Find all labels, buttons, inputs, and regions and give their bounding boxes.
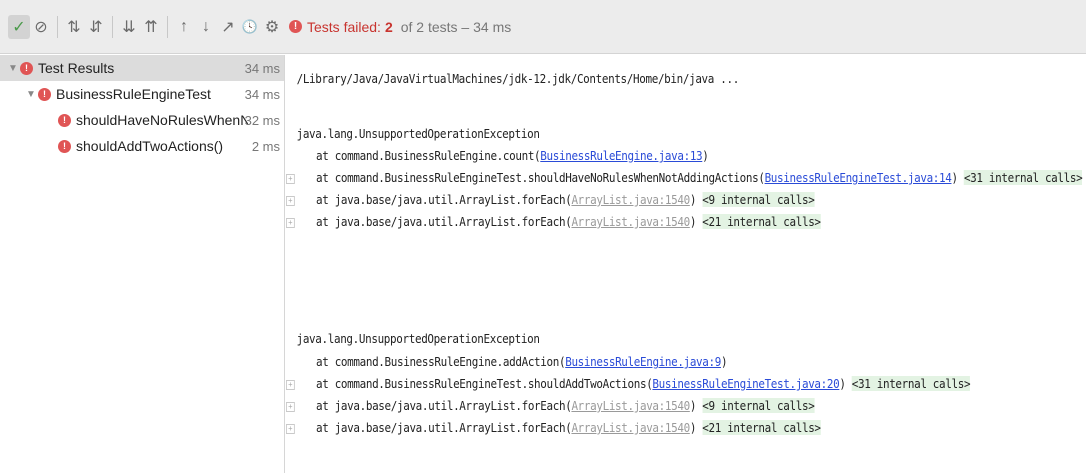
settings-icon[interactable]: ⚙ (261, 15, 283, 39)
stop-circle-icon[interactable]: ⊘ (30, 15, 52, 39)
test-results-tree: ▼ ! Test Results 34 ms ▼ ! BusinessRuleE… (0, 55, 285, 473)
check-icon[interactable]: ✓ (8, 14, 30, 39)
test-status: ! Tests failed: 2 of 2 tests – 34 ms (289, 19, 511, 35)
tree-test-row[interactable]: ! shouldHaveNoRulesWhenNotAc 32 ms (0, 107, 284, 133)
console-output[interactable]: /Library/Java/JavaVirtualMachines/jdk-12… (286, 55, 1083, 473)
tree-test-label: shouldHaveNoRulesWhenNotAc (76, 112, 248, 128)
source-link[interactable]: ArrayList.java:1540 (571, 420, 690, 435)
stack-frame: at java.base/java.util.ArrayList.forEach… (316, 192, 815, 207)
tree-test-time: 32 ms (244, 112, 280, 128)
export-icon[interactable]: ↗ (217, 15, 239, 39)
stack-frame: at java.base/java.util.ArrayList.forEach… (316, 398, 815, 413)
stack-frame: at java.base/java.util.ArrayList.forEach… (316, 420, 821, 435)
fail-icon: ! (289, 20, 302, 33)
tree-suite-time: 34 ms (244, 86, 280, 102)
source-link[interactable]: BusinessRuleEngineTest.java:20 (652, 376, 839, 391)
status-failed-label: Tests failed: (307, 18, 381, 35)
stack-frame: at command.BusinessRuleEngine.count(Busi… (316, 148, 709, 163)
collapse-all-icon[interactable]: ⇈ (140, 15, 162, 39)
fold-icon[interactable]: + (286, 196, 295, 206)
fold-icon[interactable]: + (286, 424, 295, 434)
tree-test-time: 2 ms (251, 138, 280, 154)
exception-line: java.lang.UnsupportedOperationException (296, 126, 540, 141)
tree-root-label: Test Results (38, 60, 115, 76)
internal-calls-fold[interactable]: <9 internal calls> (702, 398, 815, 413)
source-link[interactable]: BusinessRuleEngine.java:13 (540, 148, 702, 163)
internal-calls-fold[interactable]: <21 internal calls> (702, 214, 821, 229)
down-arrow-icon[interactable]: ↓ (195, 15, 217, 39)
internal-calls-fold[interactable]: <31 internal calls> (964, 170, 1083, 185)
stack-frame: at command.BusinessRuleEngineTest.should… (316, 376, 971, 391)
source-link[interactable]: ArrayList.java:1540 (571, 398, 690, 413)
stack-frame: at java.base/java.util.ArrayList.forEach… (316, 214, 821, 229)
internal-calls-fold[interactable]: <31 internal calls> (851, 376, 971, 391)
toolbar-divider (112, 15, 113, 38)
fold-icon[interactable]: + (286, 380, 295, 390)
exception-line: java.lang.UnsupportedOperationException (296, 331, 540, 346)
internal-calls-fold[interactable]: <9 internal calls> (702, 192, 815, 207)
fold-icon[interactable]: + (286, 174, 295, 184)
fail-icon: ! (20, 61, 33, 75)
expand-arrow-icon[interactable]: ▼ (24, 89, 38, 100)
expand-arrow-icon[interactable]: ▼ (6, 63, 20, 74)
stack-frame: at command.BusinessRuleEngine.addAction(… (316, 354, 728, 369)
toolbar-divider (167, 15, 168, 38)
internal-calls-fold[interactable]: <21 internal calls> (702, 420, 821, 435)
expand-all-icon[interactable]: ⇊ (118, 15, 140, 39)
source-link[interactable]: ArrayList.java:1540 (571, 214, 690, 229)
console-command-line: /Library/Java/JavaVirtualMachines/jdk-12… (296, 71, 740, 86)
tree-test-label: shouldAddTwoActions() (76, 138, 224, 154)
fail-icon: ! (58, 139, 71, 153)
tree-test-row[interactable]: ! shouldAddTwoActions() 2 ms (0, 133, 284, 159)
fail-icon: ! (38, 87, 51, 101)
tree-root-row[interactable]: ▼ ! Test Results 34 ms (0, 55, 284, 81)
tree-suite-label: BusinessRuleEngineTest (56, 86, 211, 102)
sort-alpha-icon[interactable]: ⇅ (63, 15, 85, 39)
fold-icon[interactable]: + (286, 402, 295, 412)
source-link[interactable]: BusinessRuleEngine.java:9 (565, 354, 721, 369)
tree-suite-row[interactable]: ▼ ! BusinessRuleEngineTest 34 ms (0, 81, 284, 107)
status-failed-count: 2 (384, 18, 393, 35)
sort-duration-icon[interactable]: ⇵ (85, 15, 107, 39)
toolbar-divider (57, 15, 58, 38)
up-arrow-icon[interactable]: ↑ (173, 15, 195, 39)
status-summary: of 2 tests – 34 ms (400, 18, 512, 35)
source-link[interactable]: ArrayList.java:1540 (571, 192, 690, 207)
fail-icon: ! (58, 113, 71, 127)
stack-frame: at command.BusinessRuleEngineTest.should… (316, 170, 1083, 185)
tree-root-time: 34 ms (244, 60, 280, 76)
history-icon[interactable]: 🕓 (239, 15, 261, 39)
source-link[interactable]: BusinessRuleEngineTest.java:14 (765, 170, 952, 185)
fold-icon[interactable]: + (286, 218, 295, 228)
test-runner-toolbar: ✓ ⊘ ⇅ ⇵ ⇊ ⇈ ↑ ↓ ↗ 🕓 ⚙ ! Tests failed: 2 … (0, 0, 1086, 54)
